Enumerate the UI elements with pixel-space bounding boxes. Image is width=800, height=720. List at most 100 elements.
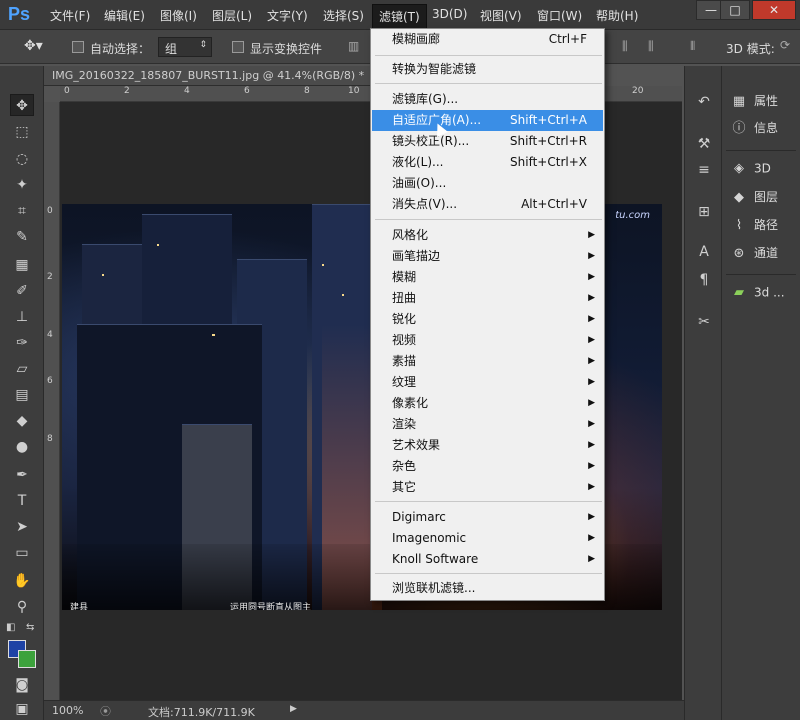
menu-item-video[interactable]: 视频 ▶ xyxy=(372,330,603,351)
menu-item-texture[interactable]: 纹理 ▶ xyxy=(372,372,603,393)
panel-layers[interactable]: ◆ 图层 xyxy=(730,188,778,210)
menu-item-pixelate[interactable]: 像素化 ▶ xyxy=(372,393,603,414)
menu-item-sketch[interactable]: 素描 ▶ xyxy=(372,351,603,372)
panel-label: 通道 xyxy=(754,246,779,260)
menu-item-blur[interactable]: 模糊 ▶ xyxy=(372,267,603,288)
distribute-h-icon[interactable]: ⫼ xyxy=(648,39,654,54)
menu-item-lens-correction[interactable]: 镜头校正(R)... Shift+Ctrl+R xyxy=(372,131,603,152)
restore-button[interactable]: □ xyxy=(720,0,750,20)
panel-icon-strip: ↶ ⚒ ≡ ⊞ A ¶ ✂ xyxy=(684,66,722,720)
healing-brush-icon[interactable]: ▦ xyxy=(10,254,34,276)
tool-presets-icon[interactable]: ⚒ xyxy=(694,134,714,154)
menu-item-knoll-software[interactable]: Knoll Software ▶ xyxy=(372,549,603,570)
menu-item-distort[interactable]: 扭曲 ▶ xyxy=(372,288,603,309)
dodge-tool-icon[interactable]: ● xyxy=(10,436,34,458)
eraser-tool-icon[interactable]: ▱ xyxy=(10,358,34,380)
menu-select[interactable]: 选择(S) xyxy=(323,7,364,24)
menu-type[interactable]: 文字(Y) xyxy=(267,7,308,24)
channels-icon: ⊛ xyxy=(733,245,745,261)
path-select-icon[interactable]: ➤ xyxy=(10,516,34,538)
type-tool-icon[interactable]: T xyxy=(10,490,34,512)
menu-item-adaptive-wide-angle[interactable]: 自适应广角(A)... Shift+Ctrl+A xyxy=(372,110,603,131)
shape-tool-icon[interactable]: ▭ xyxy=(10,542,34,564)
menu-item-render[interactable]: 渲染 ▶ xyxy=(372,414,603,435)
align-icon[interactable]: ▥ xyxy=(348,39,359,53)
menu-item-liquify[interactable]: 液化(L)... Shift+Ctrl+X xyxy=(372,152,603,173)
auto-select-dropdown[interactable]: 组 ⇕ xyxy=(158,37,212,57)
distribute-icon[interactable]: ⫼ xyxy=(622,39,628,54)
magic-wand-icon[interactable]: ✦ xyxy=(10,174,34,196)
brush-tool-icon[interactable]: ✐ xyxy=(10,280,34,302)
menu-item-brush-strokes[interactable]: 画笔描边 ▶ xyxy=(372,246,603,267)
panel-channels[interactable]: ⊛ 通道 xyxy=(730,244,778,266)
adjustments-icon[interactable]: ≡ xyxy=(694,160,714,180)
character-icon[interactable]: A xyxy=(694,242,714,262)
auto-select-checkbox[interactable] xyxy=(72,41,84,53)
history-panel-icon[interactable]: ↶ xyxy=(694,92,714,112)
status-menu-icon[interactable]: ⦿ xyxy=(100,703,111,719)
menu-file[interactable]: 文件(F) xyxy=(50,7,90,24)
menu-3d[interactable]: 3D(D) xyxy=(432,7,467,21)
menu-window[interactable]: 窗口(W) xyxy=(537,7,582,24)
menu-item-other[interactable]: 其它 ▶ xyxy=(372,477,603,498)
panel-3d[interactable]: ◈ 3D xyxy=(730,160,771,182)
background-color-swatch[interactable] xyxy=(18,650,36,668)
menu-item-imagenomic[interactable]: Imagenomic ▶ xyxy=(372,528,603,549)
eyedropper-icon[interactable]: ✎ xyxy=(10,226,34,248)
close-button[interactable]: ✕ xyxy=(752,0,796,20)
zoom-level[interactable]: 100% xyxy=(52,704,83,717)
submenu-arrow-icon: ▶ xyxy=(588,533,595,543)
menu-item-filter-gallery[interactable]: 滤镜库(G)... xyxy=(372,89,603,110)
menu-help[interactable]: 帮助(H) xyxy=(596,7,638,24)
menu-image[interactable]: 图像(I) xyxy=(160,7,197,24)
menu-filter[interactable]: 滤镜(T) xyxy=(372,4,427,29)
hand-tool-icon[interactable]: ✋ xyxy=(10,570,34,592)
panel-info[interactable]: ⓘ 信息 xyxy=(730,119,778,141)
clone-stamp-icon[interactable]: ⊥ xyxy=(10,306,34,328)
default-colors-icon[interactable]: ◧ xyxy=(6,622,15,633)
clone-source-icon[interactable]: ⊞ xyxy=(694,202,714,222)
menu-item-noise[interactable]: 杂色 ▶ xyxy=(372,456,603,477)
auto-select-label: 自动选择： xyxy=(90,42,151,56)
menu-item-vanishing-point[interactable]: 消失点(V)... Alt+Ctrl+V xyxy=(372,194,603,215)
3d-icon: ◈ xyxy=(734,161,744,176)
panel-3d-materials[interactable]: ▰ 3d ... xyxy=(730,284,785,306)
right-panels: ▦ 属性 ⓘ 信息 ◈ 3D ◆ 图层 ⌇ 路径 ⊛ 通道 ▰ 3d ... xyxy=(722,66,800,720)
menu-item-digimarc[interactable]: Digimarc ▶ xyxy=(372,507,603,528)
menu-item-convert-smart-filter[interactable]: 转换为智能滤镜 xyxy=(372,59,603,80)
history-brush-icon[interactable]: ✑ xyxy=(10,332,34,354)
gradient-tool-icon[interactable]: ▤ xyxy=(10,384,34,406)
menu-view[interactable]: 视图(V) xyxy=(480,7,522,24)
lasso-tool-icon[interactable]: ◌ xyxy=(10,148,34,170)
menu-item-stylize[interactable]: 风格化 ▶ xyxy=(372,225,603,246)
show-transform-checkbox[interactable] xyxy=(232,41,244,53)
3d-rotate-icon[interactable]: ⟳ xyxy=(780,38,790,52)
menu-item-artistic[interactable]: 艺术效果 ▶ xyxy=(372,435,603,456)
panel-paths[interactable]: ⌇ 路径 xyxy=(730,216,778,238)
screen-mode-icon[interactable]: ▣ xyxy=(10,698,34,720)
zoom-tool-icon[interactable]: ⚲ xyxy=(10,596,34,618)
menu-edit[interactable]: 编辑(E) xyxy=(104,7,145,24)
document-tab[interactable]: IMG_20160322_185807_BURST11.jpg @ 41.4%(… xyxy=(44,66,374,86)
crop-tool-icon[interactable]: ⌗ xyxy=(10,200,34,222)
menu-item-browse-filters-online[interactable]: 浏览联机滤镜... xyxy=(372,578,603,599)
menu-item-blur-gallery[interactable]: 模糊画廊 Ctrl+F xyxy=(372,29,603,50)
move-tool-icon[interactable]: ✥ xyxy=(10,94,34,116)
menu-item-sharpen[interactable]: 锐化 ▶ xyxy=(372,309,603,330)
swap-colors-icon[interactable]: ⇆ xyxy=(26,622,34,633)
status-arrow-icon[interactable]: ▶ xyxy=(290,704,297,714)
menu-layer[interactable]: 图层(L) xyxy=(212,7,252,24)
tools-settings-icon[interactable]: ✂ xyxy=(694,312,714,332)
quick-mask-icon[interactable]: ◙ xyxy=(10,674,34,696)
blur-tool-icon[interactable]: ◆ xyxy=(10,410,34,432)
submenu-arrow-icon: ▶ xyxy=(588,398,595,408)
arrange-icon[interactable]: ⦀ xyxy=(690,39,695,54)
pen-tool-icon[interactable]: ✒ xyxy=(10,464,34,486)
menu-item-oil-paint[interactable]: 油画(O)... xyxy=(372,173,603,194)
marquee-tool-icon[interactable]: ⬚ xyxy=(10,121,34,143)
panel-properties[interactable]: ▦ 属性 xyxy=(730,92,778,114)
properties-icon: ▦ xyxy=(732,93,746,109)
submenu-arrow-icon: ▶ xyxy=(588,554,595,564)
paragraph-icon[interactable]: ¶ xyxy=(694,270,714,290)
move-tool-preset-icon[interactable]: ✥▾ xyxy=(24,38,43,54)
